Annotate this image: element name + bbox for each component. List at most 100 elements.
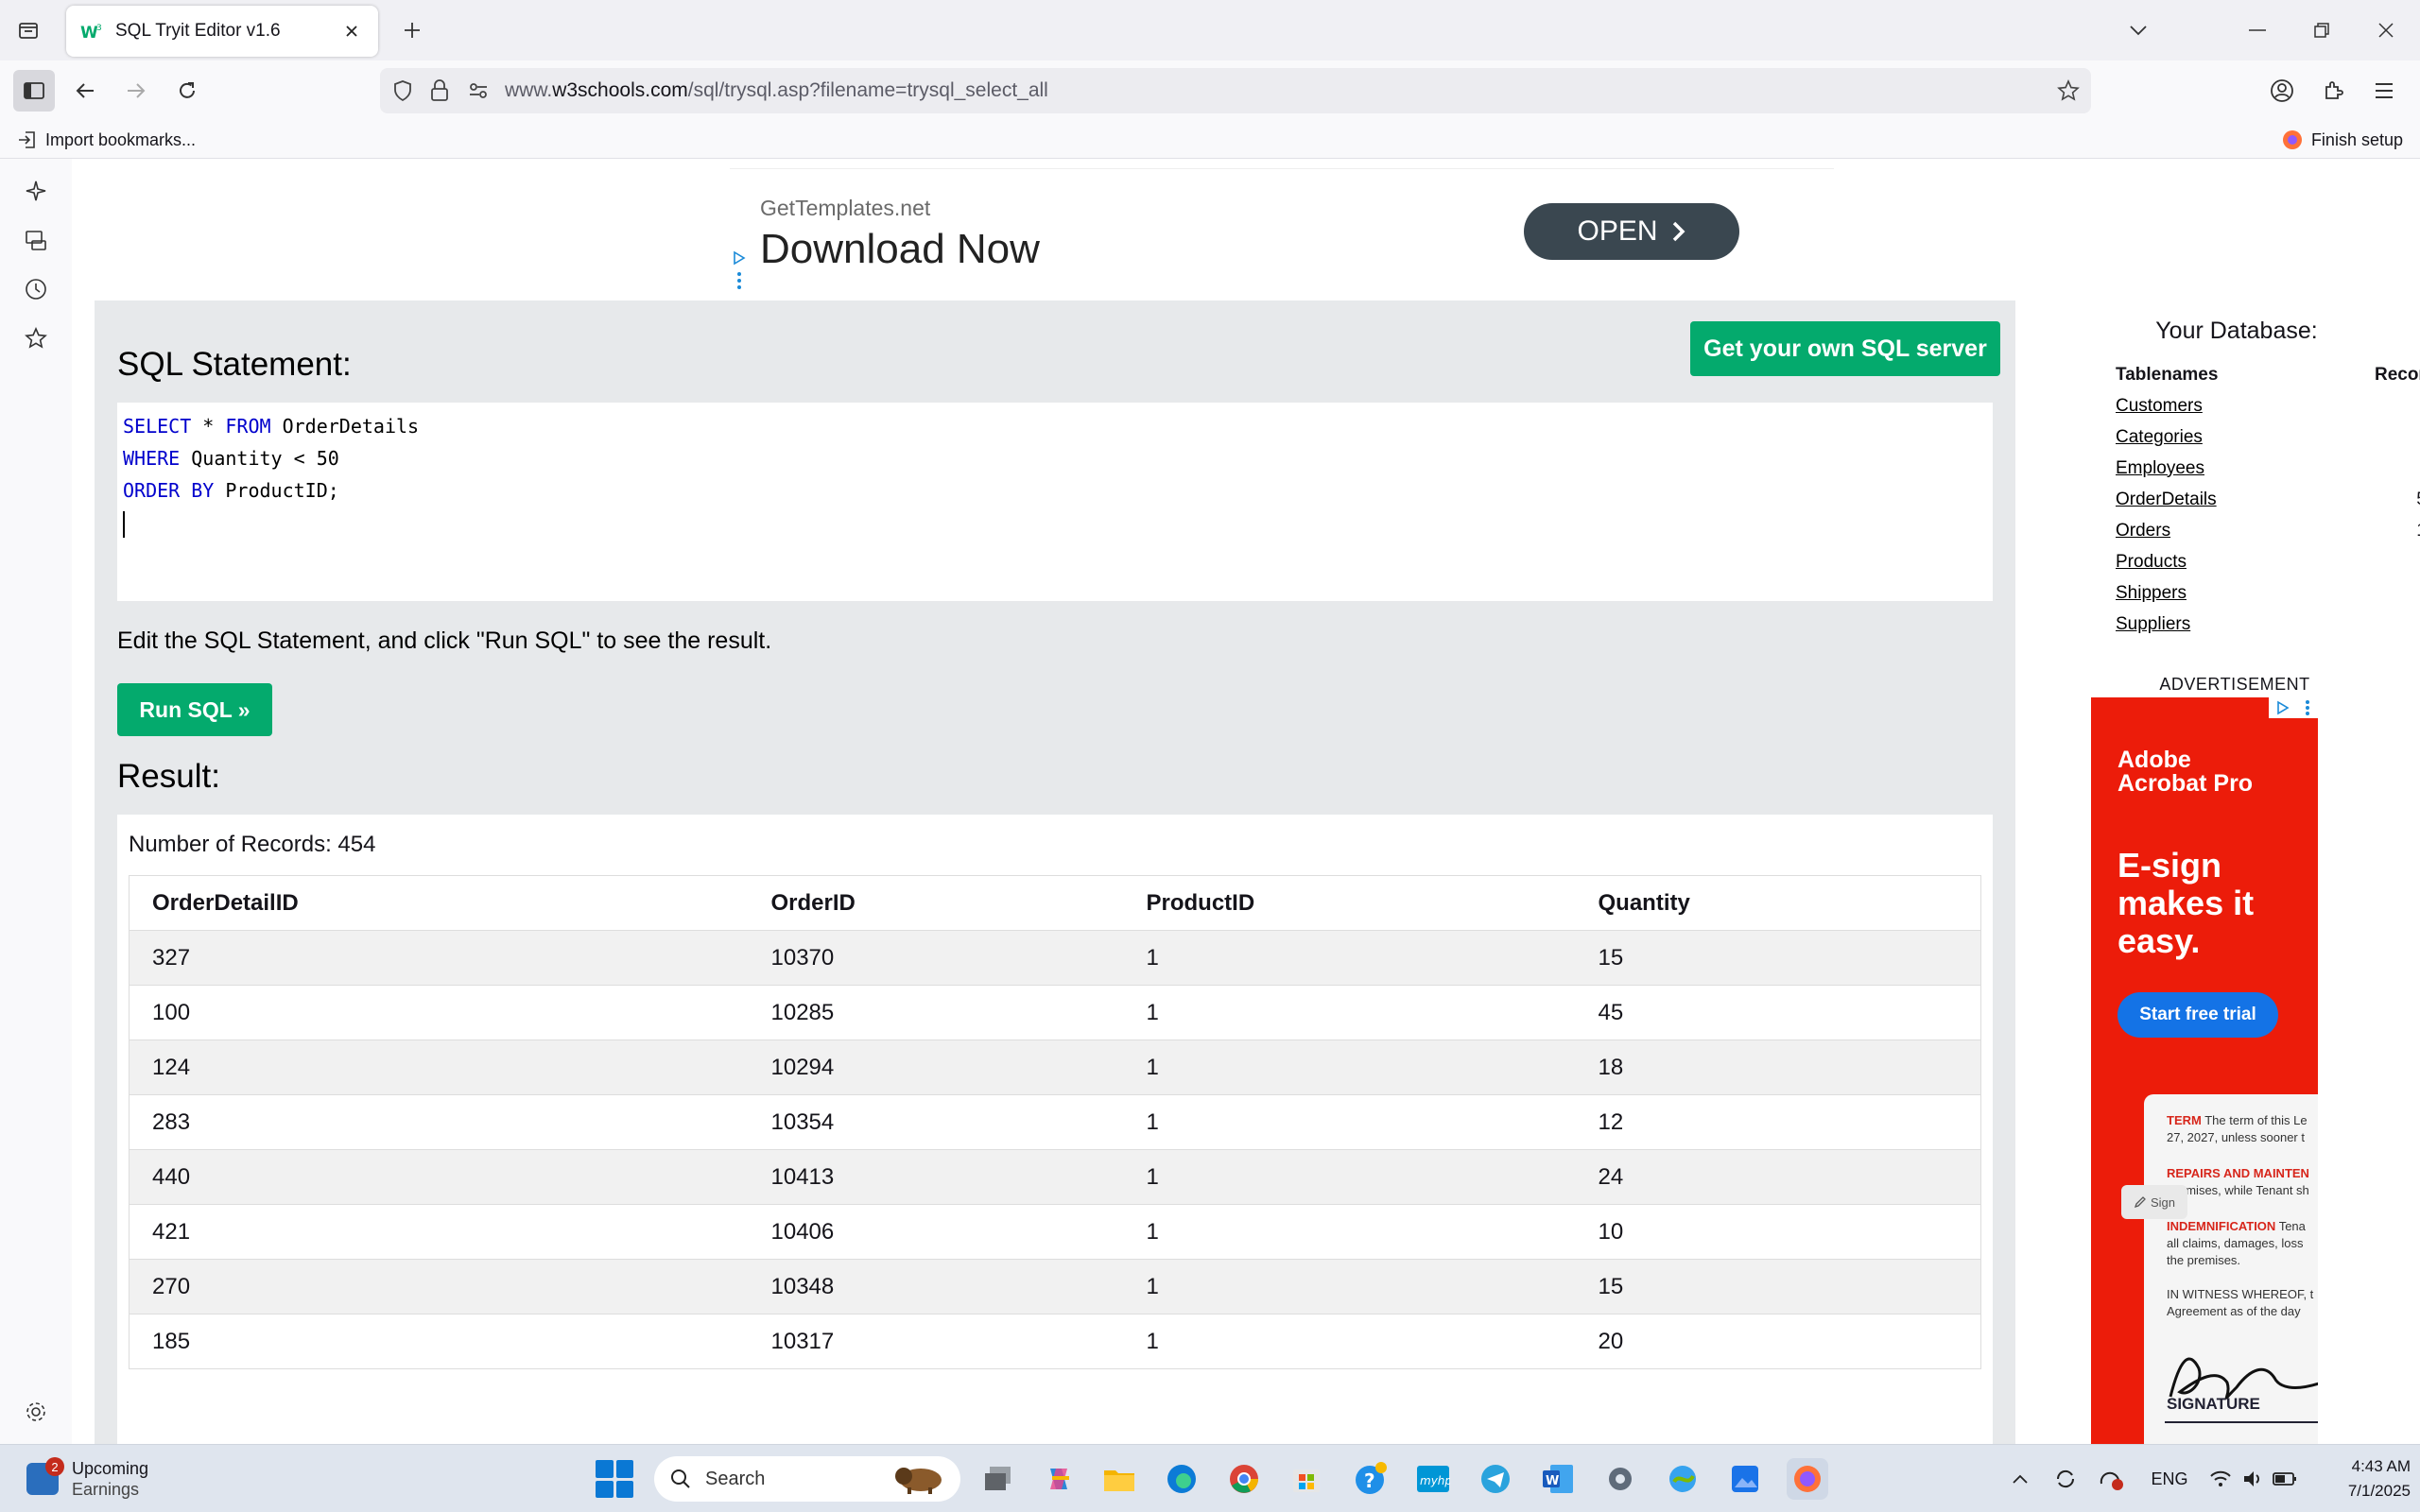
tab-list-icon[interactable] <box>11 13 45 47</box>
myhp-icon[interactable]: myhp <box>1412 1458 1454 1500</box>
adobe-brand: Adobe Acrobat Pro <box>2118 748 2253 796</box>
word-icon[interactable]: W <box>1537 1458 1579 1500</box>
close-window-icon[interactable] <box>2365 9 2407 51</box>
close-tab-icon[interactable] <box>338 18 365 44</box>
lock-icon[interactable] <box>429 79 450 107</box>
database-row: Suppliers 29 <box>2116 609 2420 640</box>
result-box: Number of Records: 454 OrderDetailID Ord… <box>117 815 1993 1444</box>
restore-icon[interactable] <box>2301 9 2342 51</box>
finish-setup-button[interactable]: Finish setup <box>2281 127 2403 153</box>
table-link-suppliers[interactable]: Suppliers <box>2116 614 2190 634</box>
site-permissions-icon[interactable] <box>467 79 490 107</box>
history-clock-icon[interactable] <box>17 270 55 308</box>
ai-chatbot-sparkle-icon[interactable] <box>17 172 55 210</box>
taskbar: 2 Upcoming Earnings Search ? myhp W ENG … <box>0 1444 2420 1512</box>
side-advertisement[interactable]: Adobe Acrobat Pro E-sign makes it easy. … <box>2091 697 2318 1444</box>
synced-tabs-icon[interactable] <box>17 221 55 259</box>
table-link-employees[interactable]: Employees <box>2116 458 2204 478</box>
settings-gear-icon[interactable] <box>1599 1458 1641 1500</box>
tracking-protection-shield-icon[interactable] <box>391 79 414 107</box>
sql-code-editor[interactable]: SELECT * FROM OrderDetails WHERE Quantit… <box>117 403 1993 601</box>
stock-chart-icon: 2 <box>26 1457 64 1495</box>
back-icon[interactable] <box>64 70 106 112</box>
list-all-tabs-chevron-icon[interactable] <box>2121 13 2155 47</box>
file-explorer-icon[interactable] <box>1098 1458 1140 1500</box>
active-tab[interactable]: W3 SQL Tryit Editor v1.6 <box>66 6 378 57</box>
table-link-categories[interactable]: Categories <box>2116 427 2203 447</box>
menu-hamburger-icon[interactable] <box>2363 70 2405 112</box>
start-windows-icon[interactable] <box>596 1460 633 1498</box>
table-cell: 15 <box>1575 930 1981 986</box>
table-link-shippers[interactable]: Shippers <box>2116 583 2187 603</box>
table-cell: 10413 <box>748 1149 1124 1205</box>
forward-icon[interactable] <box>115 70 157 112</box>
taskbar-search-box[interactable]: Search <box>654 1456 960 1502</box>
run-sql-button[interactable]: Run SQL » <box>117 683 272 736</box>
get-own-sql-server-button[interactable]: Get your own SQL server <box>1690 321 2000 376</box>
url-text[interactable]: www.w3schools.com/sql/trysql.asp?filenam… <box>505 79 1048 102</box>
import-bookmarks-link[interactable]: Import bookmarks... <box>17 127 196 153</box>
bookmarks-star-icon[interactable] <box>17 319 55 357</box>
new-tab-icon[interactable] <box>395 13 429 47</box>
table-link-orderdetails[interactable]: OrderDetails <box>2116 490 2217 509</box>
table-link-customers[interactable]: Customers <box>2116 396 2203 416</box>
doc-line: REPAIRS AND MAINTEN <box>2167 1166 2309 1180</box>
get-help-icon[interactable]: ? <box>1350 1458 1392 1500</box>
import-bookmarks-label: Import bookmarks... <box>45 129 197 149</box>
url-bar[interactable]: www.w3schools.com/sql/trysql.asp?filenam… <box>380 68 2091 113</box>
microsoft-store-icon[interactable] <box>1286 1458 1327 1500</box>
table-cell: 10354 <box>748 1094 1124 1150</box>
url-path: /sql/trysql.asp?filename=trysql_select_a… <box>687 79 1048 101</box>
svg-text:W: W <box>1546 1474 1559 1488</box>
wifi-icon[interactable] <box>2206 1462 2235 1496</box>
extensions-icon[interactable] <box>2312 70 2354 112</box>
sql-text: ProductID; <box>214 479 339 502</box>
copilot-icon[interactable] <box>1038 1458 1080 1500</box>
clock-date: 7/1/2025 <box>2347 1482 2411 1500</box>
database-row: Categories 8 <box>2116 421 2420 453</box>
firefox-taskbar-icon[interactable] <box>1787 1458 1828 1500</box>
language-indicator[interactable]: ENG <box>2150 1462 2189 1496</box>
task-view-icon[interactable] <box>977 1458 1019 1500</box>
system-clock[interactable]: 4:43 AM 7/1/2025 <box>2307 1454 2411 1503</box>
doc-line: Premises, while Tenant sh <box>2167 1183 2309 1197</box>
doc-text: Tena <box>2275 1219 2306 1233</box>
record-count-cell: 10 <box>2310 453 2420 484</box>
volume-icon[interactable] <box>2238 1462 2267 1496</box>
url-prefix: www. <box>505 79 553 101</box>
account-icon[interactable] <box>2261 70 2303 112</box>
maps-icon[interactable] <box>1662 1458 1703 1500</box>
minimize-icon[interactable] <box>2237 9 2278 51</box>
table-cell: 1 <box>1123 930 1576 986</box>
bookmark-star-icon[interactable] <box>2057 79 2080 107</box>
battery-icon[interactable] <box>2271 1462 2299 1496</box>
record-count-cell: 77 <box>2310 546 2420 577</box>
vpn-tray-icon[interactable] <box>2095 1462 2127 1496</box>
adobe-headline-line: E-sign <box>2118 846 2222 885</box>
table-cell: 10285 <box>748 985 1124 1040</box>
ad-choices-icon[interactable] <box>732 250 747 298</box>
customize-sidebar-gear-icon[interactable] <box>17 1393 55 1431</box>
contract-document-preview: TERM The term of this Le 27, 2027, unles… <box>2144 1094 2318 1444</box>
ad-open-button[interactable]: OPEN <box>1524 203 1739 260</box>
table-link-orders[interactable]: Orders <box>2116 521 2170 541</box>
table-cell: 10 <box>1575 1204 1981 1260</box>
telegram-icon[interactable] <box>1475 1458 1516 1500</box>
import-icon <box>19 131 35 148</box>
table-cell: 20 <box>1575 1314 1981 1369</box>
sidebar-toggle-icon[interactable] <box>13 70 55 112</box>
edge-browser-icon[interactable] <box>1161 1458 1202 1500</box>
photos-editor-icon[interactable] <box>1724 1458 1766 1500</box>
ad-choices-icon[interactable] <box>2269 697 2318 718</box>
show-hidden-icons-chevron-icon[interactable] <box>2006 1462 2034 1496</box>
ad-open-label: OPEN <box>1577 215 1658 247</box>
top-advertisement[interactable]: GetTemplates.net Download Now OPEN <box>730 168 1834 297</box>
start-free-trial-button[interactable]: Start free trial <box>2118 992 2278 1038</box>
table-link-products[interactable]: Products <box>2116 552 2187 572</box>
chrome-icon[interactable] <box>1223 1458 1265 1500</box>
signature-label: SIGNATURE <box>2167 1395 2260 1413</box>
widgets-button[interactable]: 2 Upcoming Earnings <box>26 1454 148 1503</box>
sync-tray-icon[interactable] <box>2049 1462 2082 1496</box>
doc-line: Agreement as of the day <box>2167 1304 2301 1318</box>
reload-icon[interactable] <box>166 70 208 112</box>
